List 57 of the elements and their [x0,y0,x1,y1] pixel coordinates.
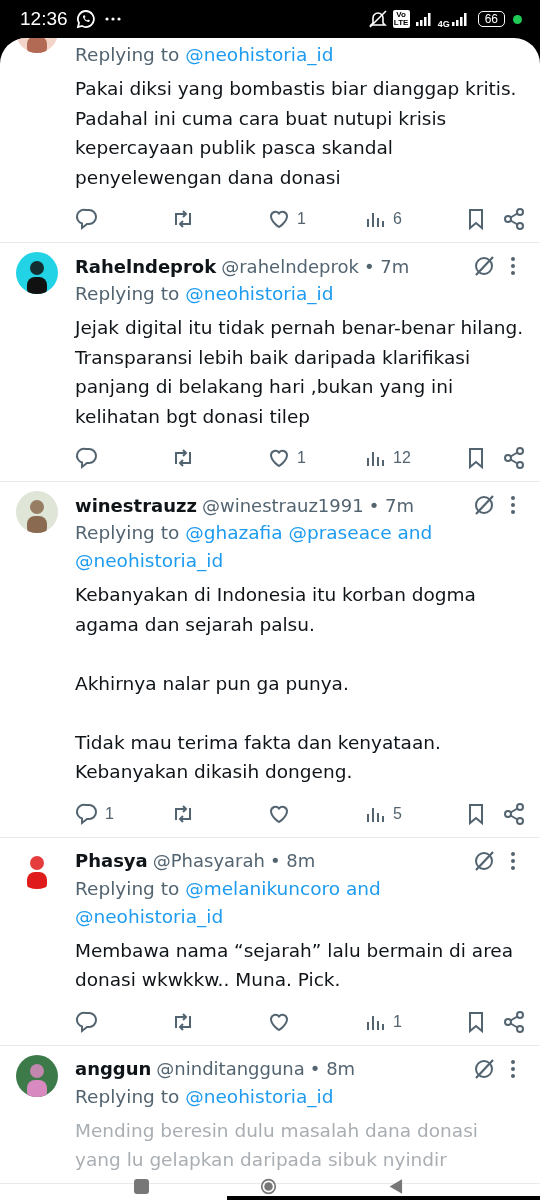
status-dot [513,14,522,24]
post-text: Jejak digital itu tidak pernah benar-benar hilang. Transparansi lebih baik daripada klarifikasi panjang di belakang hari ,bukan yang ini kelihatan bgt donasi tilep [75,316,525,429]
replying-label: Replying to [75,522,180,543]
bell-off-icon [367,10,388,28]
post-text: Kebanyakan di Indonesia itu korban dogma agama dan sejarah palsu. [75,583,477,637]
more-dots-icon [103,16,122,22]
clock-time: 12:36 [20,8,68,30]
reply-button[interactable]: 1 [75,801,171,826]
user-name[interactable]: anggun [75,1058,152,1079]
views-button[interactable]: 6 [363,207,459,231]
replying-label: Replying to [75,877,180,899]
more-icon[interactable] [510,256,516,276]
home-button[interactable] [259,1177,277,1195]
speech-bubble-icon [75,1009,99,1034]
back-button[interactable] [387,1177,404,1195]
post-text: Membawa nama “sejarah” lalu bermain di area donasi wkwkkw.. Muna. Pick. [75,938,515,992]
more-icon[interactable] [510,1058,516,1079]
network-label: 4G [437,19,450,29]
replying-label: Replying to [75,44,180,65]
post-text: Akhirnya nalar pun ga punya. [75,671,350,696]
user-handle: @winestrauz1991 [201,494,364,516]
post-time: • 8m [309,1058,356,1079]
post-text: Mending beresin dulu masalah dana donasi yang lu gelapkan daripada sibuk nyindir [75,1118,479,1172]
share-icon [502,446,526,470]
speech-bubble-icon [75,801,99,826]
user-handle: @rahelndeprok [221,255,359,277]
post-time: • 7m [363,255,410,277]
replying-label: Replying to [75,283,180,304]
user-name[interactable]: winestrauzz [75,494,197,516]
chat-bubble-icon [75,9,96,29]
views-button[interactable]: 5 [363,801,459,826]
post-text: Pakai diksi yang bombastis biar dianggap kritis. Padahal ini cuma cara buat nutupi krisis kepercayaan publik pasca skandal penyelewengan dana donasi [75,77,518,190]
share-icon [502,1009,526,1034]
more-icon[interactable] [510,850,516,871]
more-icon[interactable] [510,495,516,515]
speech-bubble-icon [75,207,99,231]
like-button[interactable]: 1 [267,446,363,470]
user-handle: @ninditangguna [156,1058,305,1079]
user-name[interactable]: Phasya [75,850,148,871]
views-button[interactable]: 12 [363,446,459,470]
replying-label: Replying to [75,1085,180,1107]
signal-icon [414,12,433,26]
views-button[interactable]: 1 [363,1009,459,1034]
share-icon [502,207,526,231]
battery-indicator: 66 [477,11,505,27]
slashed-circle-icon[interactable] [472,254,496,278]
speech-bubble-icon [75,446,99,470]
user-name[interactable]: Rahelndeprok [75,255,217,277]
post-time: • 7m [368,494,414,516]
share-icon [502,801,526,826]
like-button[interactable]: 1 [267,207,363,231]
post-text: Tidak mau terima fakta dan kenyataan. Kebanyakan dikasih dongeng. [75,730,442,784]
post-time: • 8m [269,850,316,871]
user-handle: @Phasyarah [152,850,265,871]
signal-icon [450,12,469,26]
slashed-circle-icon[interactable] [472,493,496,517]
volte-label: Vo LTE [392,10,410,28]
